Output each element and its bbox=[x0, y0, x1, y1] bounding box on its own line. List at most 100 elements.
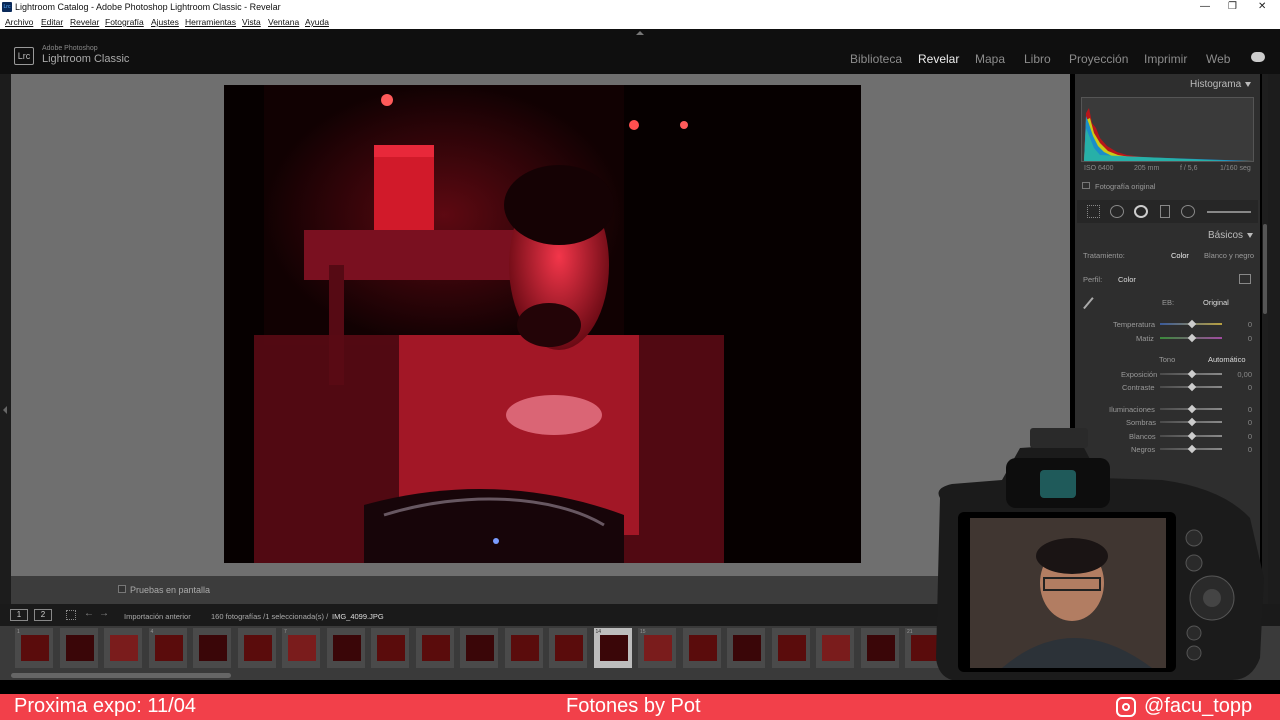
thumbnail-image bbox=[377, 635, 405, 661]
spot-removal-icon[interactable] bbox=[1110, 205, 1124, 218]
filmstrip-thumbnail[interactable]: 4 bbox=[147, 627, 188, 669]
filmstrip-thumbnail[interactable] bbox=[681, 627, 722, 669]
forward-arrow-icon[interactable]: → bbox=[99, 608, 109, 619]
thumbnail-index: 4 bbox=[150, 629, 154, 635]
thumbnail-index: 7 bbox=[284, 629, 287, 635]
filmstrip-thumbnail[interactable]: 14 bbox=[592, 627, 633, 669]
crop-tool-icon[interactable] bbox=[1087, 205, 1100, 218]
module-biblioteca[interactable]: Biblioteca bbox=[850, 52, 902, 66]
radial-filter-icon[interactable] bbox=[1181, 205, 1195, 218]
thumbnail-image bbox=[822, 635, 850, 661]
menu-herramientas[interactable]: Herramientas bbox=[185, 17, 236, 27]
slider-contraste-value[interactable]: 0 bbox=[1242, 383, 1252, 392]
slider-matiz-value[interactable]: 0 bbox=[1242, 334, 1252, 343]
thumbnail-image bbox=[199, 635, 227, 661]
module-libro[interactable]: Libro bbox=[1024, 52, 1051, 66]
tone-label: Tono bbox=[1159, 355, 1176, 364]
close-icon[interactable]: ✕ bbox=[1258, 1, 1266, 12]
window-title: Lightroom Catalog - Adobe Photoshop Ligh… bbox=[15, 2, 281, 12]
menu-archivo[interactable]: Archivo bbox=[5, 17, 33, 27]
graduated-filter-icon[interactable] bbox=[1160, 205, 1170, 218]
filmstrip-thumbnail[interactable] bbox=[103, 627, 143, 669]
thumbnail-image bbox=[65, 635, 94, 661]
filmstrip-filename[interactable]: IMG_4099.JPG bbox=[332, 612, 384, 621]
module-mapa[interactable]: Mapa bbox=[975, 52, 1005, 66]
filmstrip-thumbnail[interactable] bbox=[370, 627, 410, 669]
menu-ayuda[interactable]: Ayuda bbox=[305, 17, 329, 27]
soft-proofing-checkbox[interactable] bbox=[118, 585, 126, 593]
module-web[interactable]: Web bbox=[1206, 52, 1230, 66]
slider-exposicion-value[interactable]: 0,00 bbox=[1236, 370, 1252, 379]
thumbnail-image bbox=[421, 635, 450, 661]
module-revelar[interactable]: Revelar bbox=[918, 52, 959, 66]
filmstrip-thumbnail[interactable] bbox=[325, 627, 366, 669]
soft-proofing-label: Pruebas en pantalla bbox=[130, 585, 211, 595]
profile-select[interactable]: Color bbox=[1118, 275, 1136, 284]
stream-banner: Proxima expo: 11/04 Fotones by Pot @facu… bbox=[0, 694, 1280, 720]
wb-select[interactable]: Original bbox=[1203, 298, 1229, 307]
redeye-icon[interactable] bbox=[1134, 205, 1148, 218]
auto-tone-button[interactable]: Automático bbox=[1208, 355, 1246, 364]
minimize-icon[interactable]: — bbox=[1200, 1, 1210, 12]
filmstrip-source[interactable]: Importación anterior bbox=[124, 612, 191, 621]
thumbnail-image bbox=[866, 635, 895, 661]
filmstrip-thumbnail[interactable] bbox=[548, 627, 588, 669]
filmstrip-thumbnail[interactable] bbox=[58, 627, 99, 669]
back-arrow-icon[interactable]: ← bbox=[84, 608, 94, 619]
restore-icon[interactable]: ❐ bbox=[1228, 1, 1237, 12]
expand-left-icon[interactable] bbox=[3, 406, 7, 414]
filmstrip-thumbnail[interactable] bbox=[192, 627, 232, 669]
menu-ventana[interactable]: Ventana bbox=[268, 17, 299, 27]
slider-iluminaciones-value[interactable]: 0 bbox=[1242, 405, 1252, 414]
filmstrip-thumbnail[interactable] bbox=[459, 627, 499, 669]
filmstrip-thumbnail[interactable] bbox=[726, 627, 766, 669]
filmstrip-thumbnail[interactable] bbox=[859, 627, 900, 669]
filmstrip-thumbnail[interactable] bbox=[236, 627, 277, 669]
menu-ajustes[interactable]: Ajustes bbox=[151, 17, 179, 27]
basicos-title: Básicos bbox=[1208, 230, 1244, 241]
original-photo-label: Fotografía original bbox=[1095, 182, 1156, 191]
thumbnail-image bbox=[243, 635, 272, 661]
module-proyeccion[interactable]: Proyección bbox=[1069, 52, 1128, 66]
filmstrip-thumbnail[interactable]: 7 bbox=[281, 627, 321, 669]
menu-editar[interactable]: Editar bbox=[41, 17, 63, 27]
window-2-button[interactable]: 2 bbox=[34, 609, 52, 621]
thumbnail-image bbox=[466, 635, 494, 661]
brush-slider-icon[interactable] bbox=[1207, 211, 1251, 213]
window-1-button[interactable]: 1 bbox=[10, 609, 28, 621]
lightroom-app-icon: Lrc bbox=[2, 2, 12, 12]
slider-temperatura-label: Temperatura bbox=[1113, 320, 1156, 329]
left-panel-collapsed[interactable] bbox=[0, 74, 11, 604]
filmstrip-thumbnail[interactable]: 1 bbox=[14, 627, 54, 669]
filmstrip-thumbnail[interactable]: 15 bbox=[637, 627, 677, 669]
basicos-header[interactable]: Básicos bbox=[1208, 230, 1254, 241]
histogram[interactable] bbox=[1081, 97, 1254, 162]
filmstrip-thumbnail[interactable] bbox=[770, 627, 811, 669]
grid-view-icon[interactable] bbox=[66, 610, 76, 620]
menu-fotografia[interactable]: Fotografía bbox=[105, 17, 144, 27]
histogram-header[interactable]: Histograma bbox=[1190, 79, 1252, 90]
thumbnail-image bbox=[332, 635, 361, 661]
menu-revelar[interactable]: Revelar bbox=[70, 17, 99, 27]
histogram-graph bbox=[1084, 108, 1253, 161]
profile-browser-icon[interactable] bbox=[1239, 274, 1251, 284]
filmstrip-scrollbar[interactable] bbox=[11, 673, 231, 678]
collapse-icon bbox=[1245, 81, 1252, 87]
cloud-sync-icon[interactable] bbox=[1251, 52, 1265, 62]
scrollbar-thumb[interactable] bbox=[1263, 224, 1267, 314]
module-imprimir[interactable]: Imprimir bbox=[1144, 52, 1187, 66]
preview-photo[interactable] bbox=[224, 85, 861, 563]
treatment-label: Tratamiento: bbox=[1083, 251, 1125, 260]
lrc-logo: Lrc bbox=[14, 47, 34, 65]
filmstrip-thumbnail[interactable] bbox=[503, 627, 544, 669]
profile-label: Perfil: bbox=[1083, 275, 1103, 284]
meta-aperture: f / 5,6 bbox=[1180, 165, 1198, 172]
treatment-bw[interactable]: Blanco y negro bbox=[1204, 251, 1254, 260]
filmstrip-thumbnail[interactable] bbox=[815, 627, 855, 669]
slider-temperatura-value[interactable]: 0 bbox=[1242, 320, 1252, 329]
filmstrip-thumbnail[interactable] bbox=[414, 627, 455, 669]
menu-vista[interactable]: Vista bbox=[242, 17, 261, 27]
top-panel-toggle-icon[interactable] bbox=[636, 31, 644, 35]
original-photo-checkbox[interactable] bbox=[1082, 182, 1090, 189]
treatment-color[interactable]: Color bbox=[1171, 251, 1189, 260]
